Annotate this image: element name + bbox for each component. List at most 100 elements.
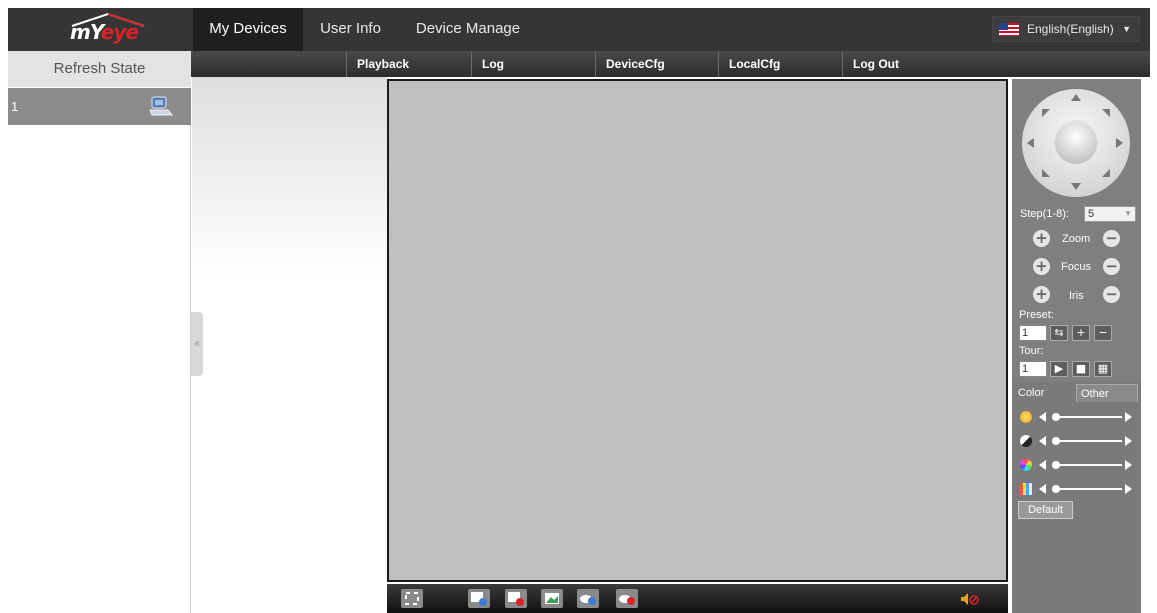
tour-stop-button[interactable]: ■ [1072,361,1090,377]
camera-device-icon [149,96,174,116]
step-label: Step(1-8): [1020,208,1069,220]
tour-grid-button[interactable]: ▦ [1094,361,1112,377]
iris-open-button[interactable]: + [1033,286,1050,303]
video-viewport[interactable] [387,79,1008,582]
zoom-in-button[interactable]: + [1033,230,1050,247]
device-number: 1 [11,99,19,114]
zoom-out-button[interactable]: − [1103,230,1120,247]
background-gradient [192,77,387,277]
brightness-icon [1020,411,1032,423]
subnav-logout[interactable]: Log Out [842,51,966,77]
hue-icon [1020,483,1032,495]
snapshot-icon [545,593,559,604]
ptz-up-right-button[interactable] [1102,109,1110,117]
saturation-icon [1020,459,1032,471]
ptz-up-left-button[interactable] [1042,109,1050,117]
saturation-thumb[interactable] [1051,461,1060,469]
contrast-slider[interactable] [1020,433,1136,449]
sidebar-collapse-handle[interactable]: « [191,312,203,376]
preset-add-button[interactable]: + [1072,325,1090,341]
contrast-thumb[interactable] [1051,437,1060,445]
talk-icon [580,595,596,605]
ptz-down-button[interactable] [1071,183,1081,190]
record-icon [508,592,524,606]
brightness-thumb[interactable] [1051,413,1060,421]
tour-input[interactable]: 1 [1019,361,1047,377]
language-label: English(English) [1027,22,1114,36]
fullscreen-icon [405,592,419,605]
device-list-item[interactable]: 1 [8,88,191,125]
record-button[interactable] [505,589,527,608]
talk-button[interactable] [577,589,599,608]
hue-track[interactable] [1052,488,1122,490]
chevron-down-icon: ▼ [1122,24,1131,34]
ptz-up-button[interactable] [1071,94,1081,101]
mute-icon[interactable] [960,592,980,606]
contrast-track[interactable] [1052,440,1122,442]
saturation-decrease-button[interactable] [1039,460,1046,470]
ptz-controls: Step(1-8): 5 ▼ + Zoom − + Focus − + Iris… [1012,79,1141,382]
ptz-center-button[interactable] [1053,120,1099,166]
us-flag-icon [999,23,1019,36]
snapshot-button[interactable] [541,589,563,608]
preset-input[interactable]: 1 [1019,325,1047,341]
focus-far-button[interactable]: − [1103,258,1120,275]
hue-slider[interactable] [1020,481,1136,497]
stop-talk-icon [619,595,635,605]
tab-device-manage[interactable]: Device Manage [408,8,528,51]
zoom-label: Zoom [1062,233,1091,245]
logo-text: mYeye [70,20,139,44]
ptz-left-button[interactable] [1027,138,1034,148]
focus-near-button[interactable]: + [1033,258,1050,275]
playback-icon [471,592,487,606]
tab-other[interactable]: Other [1076,384,1138,402]
contrast-icon [1020,435,1032,447]
language-select[interactable]: English(English) ▼ [992,16,1140,42]
subnav-localcfg[interactable]: LocalCfg [718,51,842,77]
chevron-down-icon: ▼ [1124,209,1132,218]
ptz-right-button[interactable] [1116,138,1123,148]
ptz-down-right-button[interactable] [1102,169,1110,177]
iris-close-button[interactable]: − [1103,286,1120,303]
stop-talk-button[interactable] [616,589,638,608]
sub-nav-bar: Playback Log DeviceCfg LocalCfg Log Out [191,51,1150,77]
brightness-increase-button[interactable] [1125,412,1132,422]
video-toolbar [387,584,1008,613]
saturation-slider[interactable] [1020,457,1136,473]
logo: mYeye [8,8,192,51]
refresh-state-button[interactable]: Refresh State [8,51,191,87]
playback-button[interactable] [468,589,490,608]
step-value: 5 [1088,208,1095,220]
tab-user-info[interactable]: User Info [308,8,393,51]
app-window: mYeye My Devices User Info Device Manage… [0,0,1157,613]
preset-label: Preset: [1019,309,1054,321]
tab-my-devices[interactable]: My Devices [193,8,303,51]
subnav-playback[interactable]: Playback [346,51,470,77]
iris-label: Iris [1069,290,1084,302]
preset-goto-button[interactable]: ⇆ [1050,325,1068,341]
fullscreen-button[interactable] [401,589,423,608]
contrast-decrease-button[interactable] [1039,436,1046,446]
contrast-increase-button[interactable] [1125,436,1132,446]
brightness-track[interactable] [1052,416,1122,418]
tour-play-button[interactable]: ▶ [1050,361,1068,377]
hue-decrease-button[interactable] [1039,484,1046,494]
hue-thumb[interactable] [1051,485,1060,493]
hue-increase-button[interactable] [1125,484,1132,494]
ptz-down-left-button[interactable] [1042,169,1050,177]
brightness-slider[interactable] [1020,409,1136,425]
device-sidebar: Refresh State 1 [8,51,191,613]
saturation-increase-button[interactable] [1125,460,1132,470]
subnav-devicecfg[interactable]: DeviceCfg [595,51,718,77]
step-select[interactable]: 5 ▼ [1084,206,1136,222]
subnav-log[interactable]: Log [471,51,595,77]
tour-label: Tour: [1019,345,1044,357]
default-button[interactable]: Default [1018,501,1073,519]
preset-remove-button[interactable]: − [1094,325,1112,341]
image-settings-panel: Color Other Default [1012,382,1141,613]
ptz-direction-pad [1022,89,1130,197]
tab-color[interactable]: Color [1014,384,1074,402]
saturation-track[interactable] [1052,464,1122,466]
brightness-decrease-button[interactable] [1039,412,1046,422]
ptz-panel: Step(1-8): 5 ▼ + Zoom − + Focus − + Iris… [1012,79,1141,613]
